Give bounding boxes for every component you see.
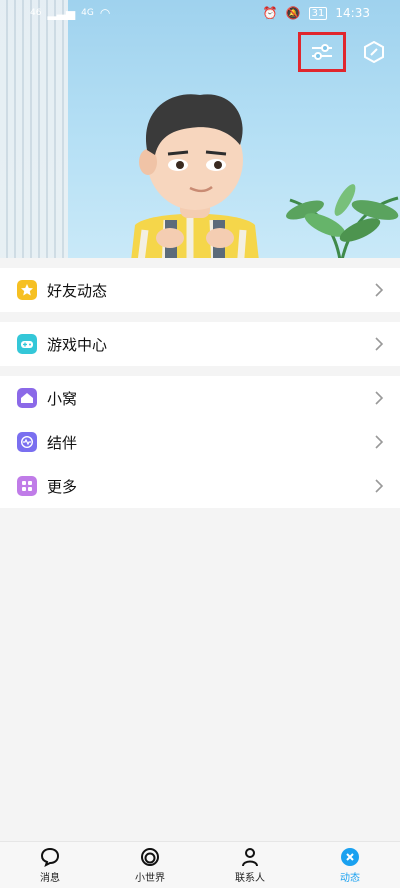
person-icon [242, 847, 258, 866]
chevron-right-icon [375, 337, 384, 351]
menu-item-partner[interactable]: 结伴 [0, 420, 400, 464]
menu-group-2: 游戏中心 [0, 322, 400, 366]
menu-item-label: 小窝 [47, 389, 78, 408]
curtain-decoration [0, 0, 68, 258]
mute-icon: 🔕 [285, 6, 301, 20]
battery-indicator: 31 [308, 6, 328, 20]
chat-bubble-icon [40, 847, 60, 867]
menu-item-friends-feed[interactable]: 好友动态 [0, 268, 400, 312]
avatar-character [131, 94, 259, 258]
hero-actions [298, 32, 388, 72]
settings-filter-button[interactable] [298, 32, 346, 72]
tab-dynamic[interactable]: 动态 [300, 842, 400, 888]
tab-label: 小世界 [135, 872, 165, 884]
tab-small-world[interactable]: 小世界 [100, 842, 200, 888]
wifi-icon: ◠ [99, 6, 111, 20]
grid-icon [17, 476, 37, 496]
tab-label: 消息 [40, 872, 60, 884]
chevron-right-icon [375, 283, 384, 297]
menu-item-label: 游戏中心 [47, 335, 108, 354]
alarm-icon: ⏰ [262, 6, 278, 20]
status-time: 14:33 [335, 6, 370, 20]
tab-messages[interactable]: 消息 [0, 842, 100, 888]
menu-group-1: 好友动态 [0, 268, 400, 312]
dynamic-icon [341, 847, 359, 866]
chevron-right-icon [375, 479, 384, 493]
status-bar: 46 ▂▃▅ 4G ◠ ⏰ 🔕 31 14:33 [0, 0, 400, 28]
signal-icon: ▂▃▅ [47, 6, 76, 20]
menu-item-label: 好友动态 [47, 281, 108, 300]
tab-label: 联系人 [235, 872, 265, 884]
hexagon-button[interactable] [360, 35, 388, 69]
menu-item-game-center[interactable]: 游戏中心 [0, 322, 400, 366]
tab-label: 动态 [340, 872, 360, 884]
tab-contacts[interactable]: 联系人 [200, 842, 300, 888]
hexagon-icon [364, 41, 384, 63]
menu-item-more[interactable]: 更多 [0, 464, 400, 508]
star-icon [17, 280, 37, 300]
chevron-right-icon [375, 391, 384, 405]
world-icon [141, 847, 159, 866]
menu-group-3: 小窝 结伴 更多 [0, 376, 400, 508]
home-icon [17, 388, 37, 408]
menu-item-label: 更多 [47, 477, 78, 496]
sliders-icon [312, 44, 332, 60]
gamepad-icon [17, 334, 37, 354]
network-indicator: 46 [30, 8, 42, 18]
chevron-right-icon [375, 435, 384, 449]
plant-illustration [286, 184, 399, 258]
pulse-icon [17, 432, 37, 452]
bottom-navigation: 消息 小世界 联系人 动态 [0, 841, 400, 888]
network-type: 4G [81, 8, 94, 18]
menu-item-home[interactable]: 小窝 [0, 376, 400, 420]
menu-item-label: 结伴 [47, 433, 78, 452]
